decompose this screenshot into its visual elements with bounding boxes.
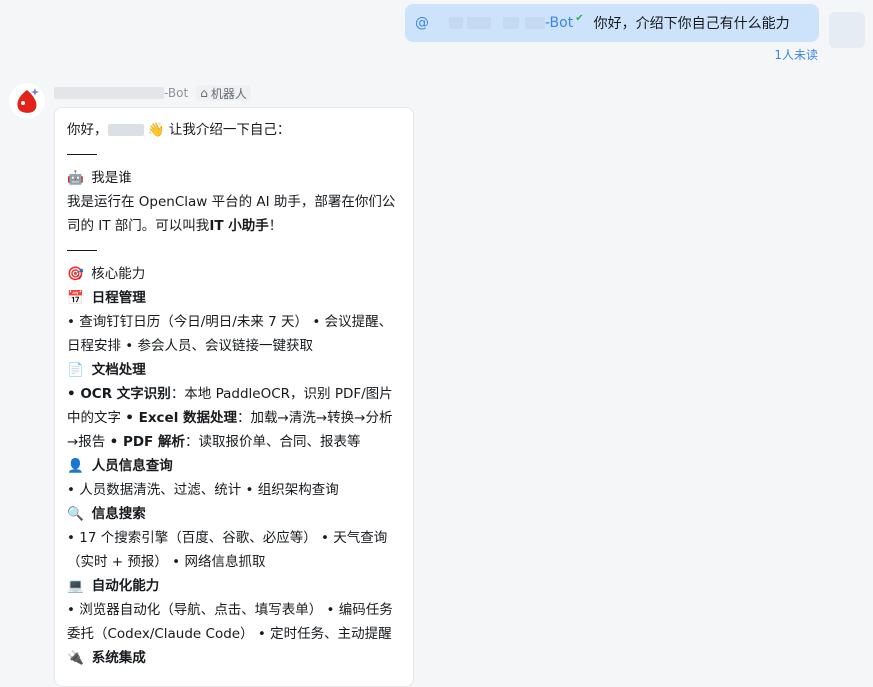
capability-title: 自动化能力 — [91, 578, 160, 594]
section-title: 我是谁 — [91, 170, 132, 186]
verified-icon: ✔ — [575, 12, 584, 24]
capability-heading: 📅 日程管理 — [67, 286, 401, 310]
calendar-icon: 📅 — [67, 290, 84, 306]
greeting-text-end: 让我介绍一下自己： — [164, 122, 291, 138]
sender-row: -Bot ⌂ 机器人 — [54, 84, 251, 102]
capability-title: 日程管理 — [91, 290, 146, 306]
bot-avatar-icon[interactable] — [8, 82, 46, 120]
assistant-name: IT 小助手 — [209, 218, 269, 234]
capability-body: • 人员数据清洗、过滤、统计 • 组织架构查询 — [67, 482, 339, 498]
bot-mention[interactable]: @ -Bot ✔ — [415, 12, 584, 32]
capability-title: 文档处理 — [91, 362, 146, 378]
section-title: 核心能力 — [91, 266, 146, 282]
outgoing-message-bubble[interactable]: @ -Bot ✔ 你好，介绍下你自己有什么能力 — [405, 4, 819, 42]
plug-icon: 🔌 — [67, 650, 84, 666]
magnifier-icon: 🔍 — [67, 506, 84, 522]
laptop-icon: 💻 — [67, 578, 84, 594]
capability-heading: 🔍 信息搜索 — [67, 502, 401, 526]
blurred-sender-name — [54, 87, 164, 99]
greeting-line: 你好， 👋 让我介绍一下自己： — [67, 118, 401, 142]
section-body: 我是运行在 OpenClaw 平台的 AI 助手，部署在你们公司的 IT 部门。… — [67, 190, 401, 238]
blurred-name — [467, 17, 491, 29]
outgoing-message-text: 你好，介绍下你自己有什么能力 — [593, 16, 790, 32]
body-text: ！ — [268, 218, 283, 234]
feature-name: • Excel 数据处理 — [125, 410, 238, 426]
capability-heading: 👤 人员信息查询 — [67, 454, 401, 478]
target-icon: 🎯 — [67, 266, 84, 282]
capability-heading: 📄 文档处理 — [67, 358, 401, 382]
capability-heading: 💻 自动化能力 — [67, 574, 401, 598]
capability-title: 信息搜索 — [91, 506, 146, 522]
robot-icon: ⌂ — [200, 86, 208, 100]
capability-title: 系统集成 — [91, 650, 146, 666]
capability-body: • OCR 文字识别：本地 PaddleOCR，识别 PDF/图片中的文字 • … — [67, 382, 401, 454]
blurred-user-name — [107, 124, 144, 136]
section-heading: 🎯 核心能力 — [67, 262, 401, 286]
blurred-name — [449, 17, 463, 29]
robot-badge-label: 机器人 — [210, 86, 247, 101]
read-status[interactable]: 1人未读 — [774, 46, 818, 63]
sender-name-suffix: -Bot — [164, 86, 189, 100]
blurred-name — [525, 17, 545, 29]
section-heading: 🤖 我是谁 — [67, 166, 401, 190]
capability-body: • 浏览器自动化（导航、点击、填写表单） • 编码任务委托（Codex/Clau… — [67, 602, 393, 642]
greeting-text: 你好， — [67, 122, 108, 138]
capability-title: 人员信息查询 — [91, 458, 173, 474]
bot-reply-bubble[interactable]: 你好， 👋 让我介绍一下自己： 🤖 我是谁 我是运行在 OpenClaw 平台的… — [54, 107, 414, 687]
mention-bot-suffix: -Bot — [545, 15, 574, 31]
document-icon: 📄 — [67, 362, 84, 378]
feature-name: • PDF 解析 — [109, 434, 185, 450]
capability-body: • 17 个搜索引擎（百度、谷歌、必应等） • 天气查询（实时 + 预报） • … — [67, 530, 388, 570]
user-avatar[interactable] — [829, 12, 865, 48]
blurred-name — [503, 17, 519, 29]
capability-heading: 🔌 系统集成 — [67, 646, 401, 670]
divider — [67, 142, 401, 166]
feature-text: ：读取报价单、合同、报表等 — [184, 434, 361, 450]
feature-name: • OCR 文字识别 — [67, 386, 171, 402]
capability-body: • 查询钉钉日历（今日/明日/未来 7 天） • 会议提醒、日程安排 • 参会人… — [67, 314, 393, 354]
robot-badge: ⌂ 机器人 — [196, 85, 251, 101]
wave-icon: 👋 — [147, 122, 165, 138]
person-icon: 👤 — [67, 458, 84, 474]
robot-face-icon: 🤖 — [67, 170, 84, 186]
divider — [67, 238, 401, 262]
mention-at: @ — [415, 15, 429, 31]
